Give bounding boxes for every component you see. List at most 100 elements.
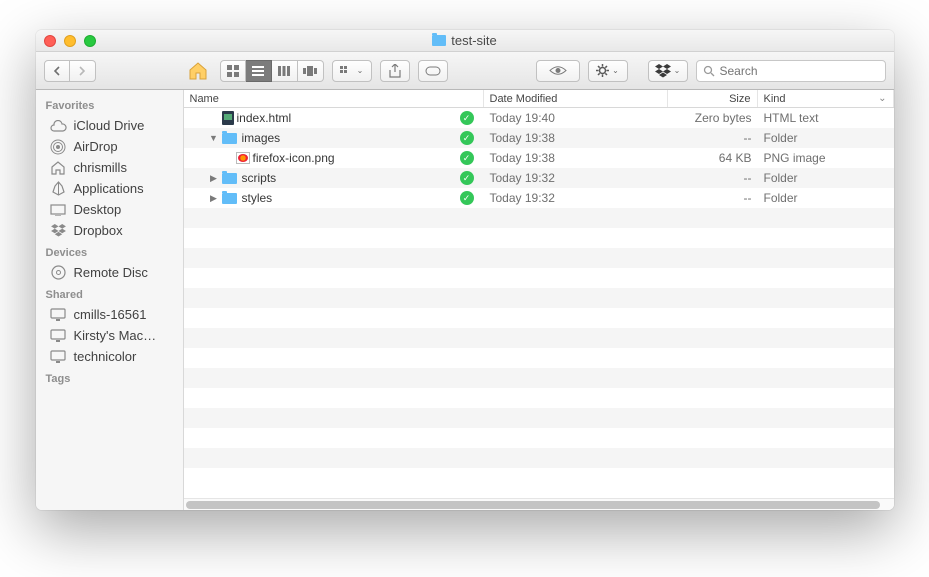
action-button[interactable]: ⌄	[588, 60, 628, 82]
sidebar-item-label: chrismills	[74, 160, 127, 175]
sidebar-section-header: Tags	[36, 367, 183, 388]
finder-window: test-site	[36, 30, 894, 510]
search-input[interactable]	[720, 64, 879, 78]
table-row[interactable]: ▶scripts✓Today 19:32--Folder	[184, 168, 894, 188]
table-row[interactable]: ▶styles✓Today 19:32--Folder	[184, 188, 894, 208]
sidebar-item[interactable]: iCloud Drive	[36, 115, 183, 136]
horizontal-scrollbar[interactable]	[184, 498, 894, 510]
folder-icon	[222, 193, 237, 204]
file-name: index.html	[237, 111, 292, 125]
file-kind: Folder	[758, 131, 894, 145]
disclosure-triangle[interactable]: ▶	[209, 173, 219, 184]
minimize-button[interactable]	[64, 35, 76, 47]
list-view-button[interactable]	[246, 60, 272, 82]
file-kind: Folder	[758, 171, 894, 185]
column-kind[interactable]: Kind	[758, 90, 894, 107]
sidebar-item[interactable]: AirDrop	[36, 136, 183, 157]
file-date: Today 19:38	[484, 131, 668, 145]
coverflow-view-button[interactable]	[298, 60, 324, 82]
home-icon	[188, 62, 208, 80]
disclosure-triangle[interactable]: ▶	[209, 193, 219, 204]
monitor-icon	[50, 307, 67, 322]
arrange-button[interactable]: ⌄	[332, 60, 372, 82]
column-name[interactable]: Name	[184, 90, 484, 107]
traffic-lights	[36, 35, 96, 47]
home-button[interactable]	[184, 60, 212, 82]
arrange-icon	[340, 66, 354, 76]
sidebar-item[interactable]: technicolor	[36, 346, 183, 367]
nav-group	[44, 60, 96, 82]
sidebar-item[interactable]: Dropbox	[36, 220, 183, 241]
sidebar-item-label: technicolor	[74, 349, 137, 364]
file-size: Zero bytes	[668, 111, 758, 125]
view-group	[220, 60, 324, 82]
sidebar-item-label: Dropbox	[74, 223, 123, 238]
disc-icon	[50, 265, 67, 280]
table-row[interactable]: firefox-icon.png✓Today 19:3864 KBPNG ima…	[184, 148, 894, 168]
sidebar-item[interactable]: chrismills	[36, 157, 183, 178]
sidebar-section-header: Devices	[36, 241, 183, 262]
file-size: 64 KB	[668, 151, 758, 165]
file-size: --	[668, 131, 758, 145]
sync-status-icon: ✓	[460, 151, 474, 165]
folder-icon	[432, 35, 446, 46]
column-date[interactable]: Date Modified	[484, 90, 668, 107]
table-row[interactable]: index.html✓Today 19:40Zero bytesHTML tex…	[184, 108, 894, 128]
eye-icon	[549, 65, 567, 76]
file-name: images	[242, 131, 281, 145]
tags-button[interactable]	[418, 60, 448, 82]
sidebar-item[interactable]: Kirsty's Mac…	[36, 325, 183, 346]
apps-icon	[50, 181, 67, 196]
file-date: Today 19:40	[484, 111, 668, 125]
search-icon	[703, 65, 715, 77]
house-icon	[50, 160, 67, 175]
back-button[interactable]	[44, 60, 70, 82]
column-view-button[interactable]	[272, 60, 298, 82]
table-row	[184, 208, 894, 228]
chevron-right-icon	[78, 66, 86, 76]
folder-icon	[222, 173, 237, 184]
file-kind: PNG image	[758, 151, 894, 165]
sync-status-icon: ✓	[460, 171, 474, 185]
table-row	[184, 468, 894, 488]
table-row	[184, 428, 894, 448]
sidebar-item[interactable]: Desktop	[36, 199, 183, 220]
file-list-pane: Name Date Modified Size Kind index.html ✓…	[184, 90, 894, 510]
sidebar-item[interactable]: cmills-16561	[36, 304, 183, 325]
file-size: --	[668, 171, 758, 185]
coverflow-icon	[303, 66, 317, 76]
sidebar-section-header: Shared	[36, 283, 183, 304]
titlebar: test-site	[36, 30, 894, 52]
sidebar-item-label: AirDrop	[74, 139, 118, 154]
desktop-icon	[50, 202, 67, 217]
file-date: Today 19:32	[484, 191, 668, 205]
search-field[interactable]	[696, 60, 886, 82]
gear-icon	[596, 64, 609, 77]
table-row	[184, 248, 894, 268]
scrollbar-thumb[interactable]	[186, 501, 880, 509]
sidebar-section-header: Favorites	[36, 94, 183, 115]
sync-status-icon: ✓	[460, 111, 474, 125]
img-icon	[236, 152, 250, 164]
file-name: styles	[242, 191, 273, 205]
file-kind: Folder	[758, 191, 894, 205]
forward-button[interactable]	[70, 60, 96, 82]
table-row	[184, 328, 894, 348]
table-row	[184, 348, 894, 368]
column-size[interactable]: Size	[668, 90, 758, 107]
table-row	[184, 268, 894, 288]
sidebar-item[interactable]: Remote Disc	[36, 262, 183, 283]
quicklook-button[interactable]	[536, 60, 580, 82]
table-row[interactable]: ▼images✓Today 19:38--Folder	[184, 128, 894, 148]
sidebar-item[interactable]: Applications	[36, 178, 183, 199]
close-button[interactable]	[44, 35, 56, 47]
monitor-icon	[50, 349, 67, 364]
file-name: scripts	[242, 171, 277, 185]
share-icon	[389, 64, 401, 78]
icon-view-button[interactable]	[220, 60, 246, 82]
disclosure-triangle[interactable]: ▼	[209, 133, 219, 143]
html-icon	[222, 111, 234, 125]
zoom-button[interactable]	[84, 35, 96, 47]
share-button[interactable]	[380, 60, 410, 82]
dropbox-button[interactable]: ⌄	[648, 60, 688, 82]
